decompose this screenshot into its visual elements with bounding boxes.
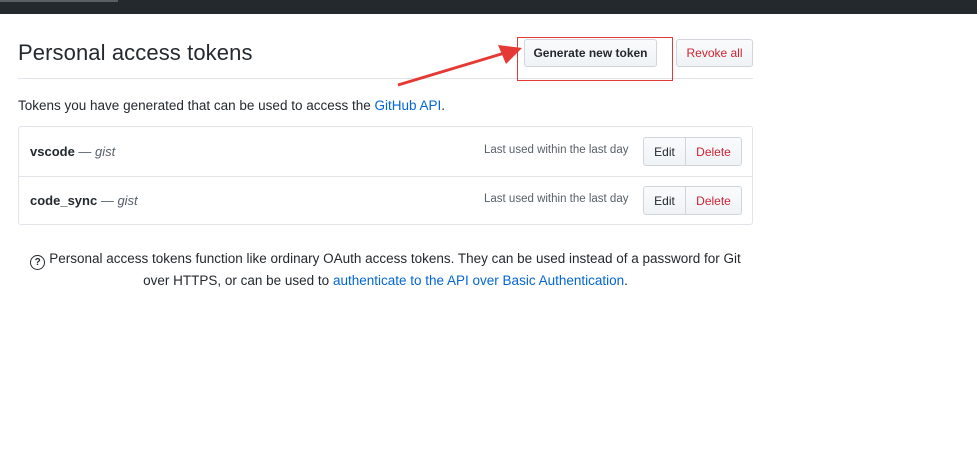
browser-tab-edge bbox=[0, 0, 118, 2]
delete-token-button[interactable]: Delete bbox=[685, 137, 742, 166]
top-navigation-bar bbox=[0, 0, 977, 14]
token-list: vscode — gist Last used within the last … bbox=[18, 126, 753, 225]
token-row: code_sync — gist Last used within the la… bbox=[19, 176, 752, 225]
token-scope: gist bbox=[95, 144, 116, 159]
token-name: vscode — gist bbox=[30, 144, 115, 159]
token-separator: — bbox=[97, 193, 118, 208]
token-scope: gist bbox=[117, 193, 138, 208]
intro-label: Tokens you have generated that can be us… bbox=[18, 98, 375, 113]
token-name-label: vscode bbox=[30, 144, 75, 159]
github-api-link[interactable]: GitHub API bbox=[375, 98, 442, 113]
token-last-used: Last used within the last day bbox=[484, 144, 629, 156]
question-circle-icon: ? bbox=[30, 255, 46, 270]
help-note-suffix: . bbox=[624, 273, 628, 288]
intro-text: Tokens you have generated that can be us… bbox=[18, 98, 445, 113]
help-note: ? Personal access tokens function like or… bbox=[18, 248, 753, 291]
token-name-label: code_sync bbox=[30, 193, 98, 208]
annotation-highlight-box bbox=[517, 37, 673, 81]
edit-token-button[interactable]: Edit bbox=[643, 137, 686, 166]
token-last-used: Last used within the last day bbox=[484, 193, 629, 205]
page-title: Personal access tokens bbox=[18, 40, 253, 65]
basic-auth-link[interactable]: authenticate to the API over Basic Authe… bbox=[333, 273, 624, 288]
intro-suffix: . bbox=[441, 98, 446, 113]
token-name: code_sync — gist bbox=[30, 193, 138, 208]
delete-token-button[interactable]: Delete bbox=[685, 186, 742, 215]
edit-token-button[interactable]: Edit bbox=[643, 186, 686, 215]
token-separator: — bbox=[74, 144, 96, 159]
revoke-all-button[interactable]: Revoke all bbox=[676, 39, 753, 67]
token-row: vscode — gist Last used within the last … bbox=[19, 127, 752, 177]
annotation-arrow-icon bbox=[397, 45, 522, 87]
